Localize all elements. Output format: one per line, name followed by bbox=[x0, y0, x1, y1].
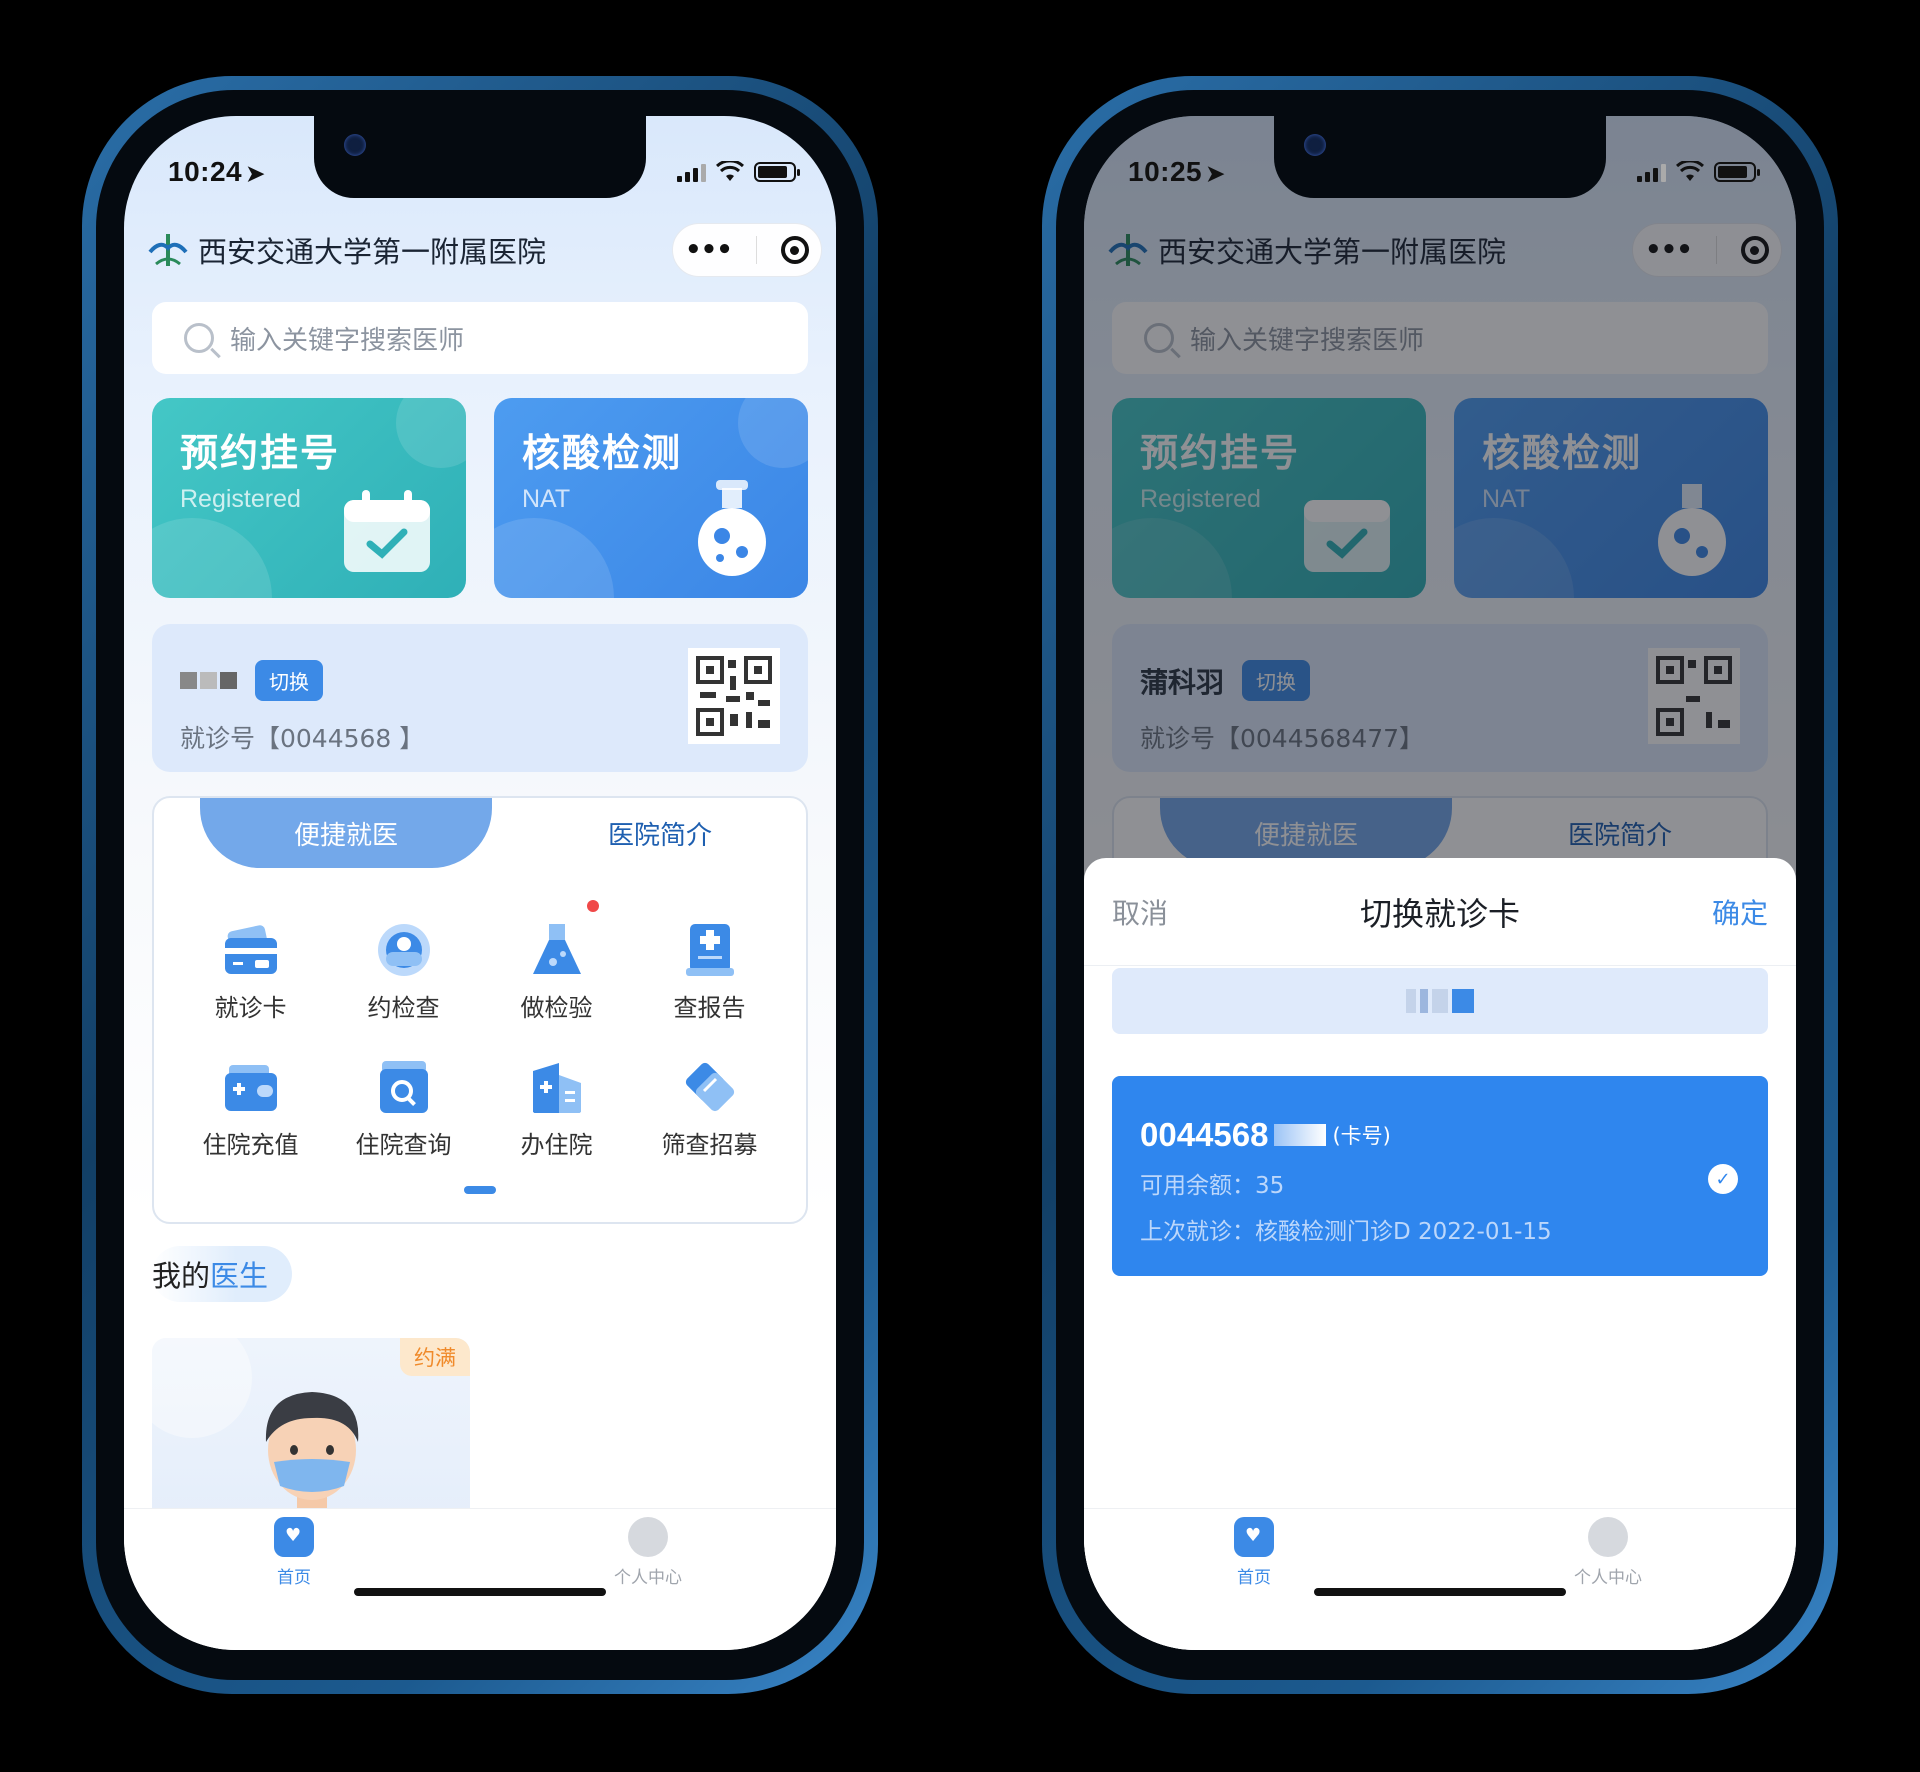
signal-icon bbox=[677, 162, 706, 182]
status-time: 10:25 bbox=[1128, 156, 1203, 187]
service-grid: 就诊卡 约检查 做检验 查报告 住院充值 住院查询 办住院 筛查招募 bbox=[154, 868, 806, 1160]
report-icon bbox=[685, 924, 734, 976]
card-last-visit: 上次就诊：核酸检测门诊D 2022-01-15 bbox=[1140, 1219, 1552, 1245]
battery-icon bbox=[1714, 162, 1760, 182]
battery-icon bbox=[754, 162, 800, 182]
profile-icon bbox=[1588, 1517, 1628, 1557]
qr-code-icon[interactable] bbox=[688, 648, 780, 744]
signal-icon bbox=[1637, 162, 1666, 182]
grid-item-card[interactable]: 就诊卡 bbox=[174, 922, 327, 1023]
flask-icon bbox=[532, 924, 581, 974]
search-input[interactable]: 输入关键字搜索医师 bbox=[152, 302, 808, 374]
wallet-icon bbox=[224, 1065, 277, 1111]
card-balance: 可用余额：35 bbox=[1140, 1173, 1285, 1199]
status-bar: 10:24 ➤ bbox=[168, 152, 800, 192]
wifi-icon bbox=[1676, 161, 1704, 181]
tab-bar: 首页 个人中心 bbox=[124, 1508, 836, 1650]
my-doctor-heading: 我的 医生 bbox=[152, 1246, 293, 1302]
notification-dot bbox=[587, 900, 599, 912]
grid-item-recruit[interactable]: 筛查招募 bbox=[633, 1059, 786, 1160]
calendar-icon bbox=[344, 490, 430, 572]
patient-card: 切换 就诊号【0044568 】 bbox=[152, 624, 808, 772]
check-icon: ✓ bbox=[1708, 1164, 1738, 1194]
page-indicator bbox=[464, 1186, 496, 1194]
grid-item-inpatient-query[interactable]: 住院查询 bbox=[327, 1059, 480, 1160]
location-icon: ➤ bbox=[246, 161, 266, 186]
grid-item-exam[interactable]: 约检查 bbox=[327, 922, 480, 1023]
screen-left: 10:24 ➤ 西安交通大学第一附属医院 ••• 输入关键字搜索医师 预约挂号 … bbox=[124, 116, 836, 1650]
search-icon bbox=[184, 323, 214, 353]
fully-booked-badge: 约满 bbox=[400, 1338, 470, 1376]
registration-title: 预约挂号 bbox=[180, 431, 341, 475]
profile-icon bbox=[628, 1517, 668, 1557]
grid-item-admission[interactable]: 办住院 bbox=[480, 1059, 633, 1160]
card-number: 0044568 bbox=[1140, 1116, 1269, 1153]
page-title: 西安交通大学第一附属医院 bbox=[198, 235, 547, 269]
screen-right: 10:25 ➤ 西安交通大学第一附属医院 ••• 输入关键字搜索医师 预约挂号 … bbox=[1084, 116, 1796, 1650]
patient-name-redacted[interactable] bbox=[1112, 968, 1768, 1034]
location-icon: ➤ bbox=[1206, 161, 1226, 186]
phone-frame-left: 10:24 ➤ 西安交通大学第一附属医院 ••• 输入关键字搜索医师 预约挂号 … bbox=[82, 76, 878, 1694]
nat-test-card[interactable]: 核酸检测 NAT bbox=[494, 398, 808, 598]
close-miniprogram-icon[interactable] bbox=[780, 236, 809, 264]
tab-home[interactable]: 首页 bbox=[1234, 1517, 1274, 1588]
home-icon bbox=[274, 1517, 314, 1557]
status-bar: 10:25 ➤ bbox=[1128, 152, 1760, 192]
wifi-icon bbox=[716, 161, 744, 181]
phone-frame-right: 10:25 ➤ 西安交通大学第一附属医院 ••• 输入关键字搜索医师 预约挂号 … bbox=[1042, 76, 1838, 1694]
nat-title: 核酸检测 bbox=[522, 431, 683, 475]
card-number-redacted bbox=[1274, 1124, 1327, 1146]
tab-bar: 首页 个人中心 bbox=[1084, 1508, 1796, 1650]
tab-home[interactable]: 首页 bbox=[274, 1517, 314, 1588]
feature-cards: 预约挂号 Registered 核酸检测 NAT bbox=[152, 398, 808, 598]
card-icon bbox=[224, 925, 277, 974]
status-time: 10:24 bbox=[168, 156, 243, 187]
tab-hospital-intro[interactable]: 医院简介 bbox=[514, 798, 806, 868]
tab-profile[interactable]: 个人中心 bbox=[1574, 1517, 1642, 1588]
patient-name-redacted bbox=[180, 672, 237, 689]
visit-card-option[interactable]: 0044568 (卡号) 可用余额：35 上次就诊：核酸检测门诊D 2022-0… bbox=[1112, 1076, 1768, 1276]
search-placeholder: 输入关键字搜索医师 bbox=[230, 325, 465, 356]
app-header: 西安交通大学第一附属医院 ••• bbox=[146, 220, 822, 280]
service-panel: 便捷就医 医院简介 就诊卡 约检查 做检验 查报告 住院充值 住院查询 办住院 … bbox=[152, 796, 808, 1224]
cancel-button[interactable]: 取消 bbox=[1112, 892, 1168, 932]
grid-item-report[interactable]: 查报告 bbox=[633, 922, 786, 1023]
registration-card[interactable]: 预约挂号 Registered bbox=[152, 398, 466, 598]
more-icon[interactable]: ••• bbox=[685, 235, 733, 265]
handshake-icon bbox=[685, 1062, 734, 1112]
grid-item-topup[interactable]: 住院充值 bbox=[174, 1059, 327, 1160]
sheet-header: 取消 切换就诊卡 确定 bbox=[1084, 858, 1796, 966]
tab-profile[interactable]: 个人中心 bbox=[614, 1517, 682, 1588]
hospital-icon bbox=[532, 1063, 581, 1113]
home-indicator[interactable] bbox=[1314, 1588, 1566, 1596]
grid-item-lab[interactable]: 做检验 bbox=[480, 900, 633, 1023]
confirm-button[interactable]: 确定 bbox=[1712, 892, 1768, 932]
switch-card-button[interactable]: 切换 bbox=[255, 660, 323, 701]
hospital-logo-icon bbox=[148, 234, 188, 266]
exam-icon bbox=[377, 924, 430, 976]
search-box-icon bbox=[379, 1061, 428, 1113]
card-number-suffix: (卡号) bbox=[1332, 1124, 1391, 1148]
flask-icon bbox=[698, 480, 766, 576]
panel-tabs: 便捷就医 医院简介 bbox=[154, 798, 806, 868]
home-icon bbox=[1234, 1517, 1274, 1557]
tab-quick-service[interactable]: 便捷就医 bbox=[200, 798, 492, 868]
home-indicator[interactable] bbox=[354, 1588, 606, 1596]
sheet-title: 切换就诊卡 bbox=[1359, 894, 1520, 933]
miniprogram-capsule[interactable]: ••• bbox=[672, 223, 822, 277]
